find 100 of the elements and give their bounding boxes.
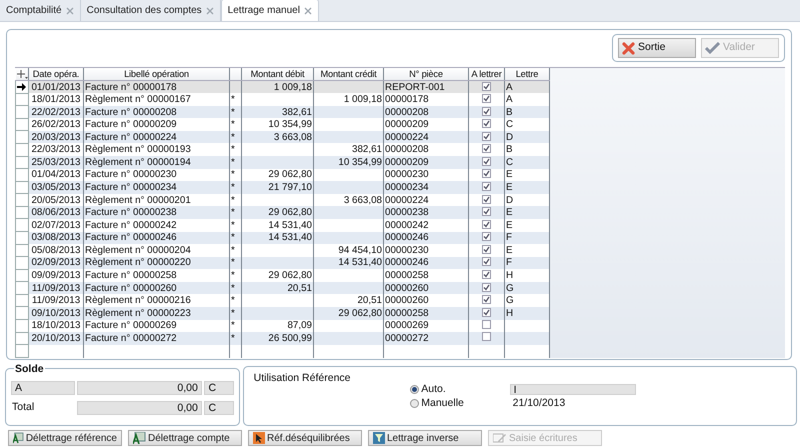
table-cell: 09/10/2013 bbox=[28, 306, 84, 320]
checkbox[interactable] bbox=[482, 207, 491, 216]
table-cell: 01/01/2013 bbox=[28, 80, 84, 94]
table-cell: Facture n° 00000234 bbox=[84, 181, 230, 194]
checkbox[interactable] bbox=[482, 257, 491, 266]
table-cell: Facture n° 00000224 bbox=[84, 130, 230, 144]
table-cell: 08/06/2013 bbox=[28, 206, 84, 219]
checkbox[interactable] bbox=[482, 82, 491, 91]
asterisk: * bbox=[230, 332, 242, 345]
add-icon[interactable] bbox=[16, 70, 28, 79]
amount-field: 0,00 bbox=[77, 400, 202, 415]
checkbox[interactable] bbox=[482, 244, 491, 254]
table-cell: 00000258 bbox=[384, 306, 468, 320]
checkbox[interactable] bbox=[482, 94, 491, 103]
checkbox[interactable] bbox=[482, 119, 491, 128]
table-cell: 26 500,99 bbox=[242, 332, 314, 345]
table-cell: 29 062,80 bbox=[242, 206, 314, 219]
table-cell: 00000260 bbox=[384, 282, 468, 294]
table-cell: Facture n° 00000246 bbox=[84, 232, 230, 244]
checkbox[interactable] bbox=[482, 270, 491, 280]
table-cell: 00000272 bbox=[384, 332, 468, 345]
column-header[interactable]: A lettrer bbox=[468, 68, 504, 81]
checkbox[interactable] bbox=[482, 332, 491, 342]
table-cell: Facture n° 00000260 bbox=[84, 282, 230, 294]
table-cell: 00000246 bbox=[384, 232, 468, 244]
asterisk: * bbox=[230, 256, 242, 270]
table-cell: 14 531,40 bbox=[242, 232, 314, 244]
column-header[interactable]: Montant débit bbox=[242, 68, 314, 81]
table-cell: E bbox=[504, 181, 550, 194]
side-field: C bbox=[204, 400, 234, 415]
table-cell: 00000238 bbox=[384, 206, 468, 219]
table-cell: 22/02/2013 bbox=[28, 106, 84, 118]
table-cell: 25/03/2013 bbox=[28, 156, 84, 169]
toolbar-button[interactable]: Délettrage compte bbox=[128, 430, 242, 446]
checkbox[interactable] bbox=[482, 156, 491, 166]
close-icon bbox=[622, 42, 635, 54]
table-cell: B bbox=[504, 106, 550, 118]
table-cell: 00000208 bbox=[384, 106, 468, 118]
action-button[interactable]: Sortie bbox=[618, 38, 696, 58]
checkmark-icon bbox=[705, 42, 720, 54]
table-cell: 21 797,10 bbox=[242, 181, 314, 194]
table-cell: 00000234 bbox=[384, 181, 468, 194]
side-field: C bbox=[204, 381, 234, 395]
checkbox[interactable] bbox=[482, 132, 491, 141]
checkbox[interactable] bbox=[482, 232, 491, 242]
table-cell: E bbox=[504, 206, 550, 219]
asterisk: * bbox=[230, 232, 242, 244]
table-cell: Facture n° 00000208 bbox=[84, 106, 230, 118]
asterisk: * bbox=[230, 106, 242, 118]
table-cell: 00000224 bbox=[384, 130, 468, 144]
table-cell: 20/10/2013 bbox=[28, 332, 84, 345]
pencil-icon bbox=[493, 432, 507, 444]
table-cell: 00000209 bbox=[384, 156, 468, 169]
checkbox[interactable] bbox=[482, 182, 491, 191]
table-cell: F bbox=[504, 232, 550, 244]
table-cell: A bbox=[504, 80, 550, 94]
table-cell: 3 663,08 bbox=[242, 130, 314, 144]
asterisk: * bbox=[230, 130, 242, 144]
checkbox[interactable] bbox=[482, 194, 491, 204]
checkbox[interactable] bbox=[482, 295, 491, 304]
table-cell: 10 354,99 bbox=[314, 156, 384, 169]
table-cell: 1 009,18 bbox=[242, 80, 314, 94]
column-header[interactable]: Libellé opération bbox=[84, 68, 230, 81]
table-cell: H bbox=[504, 306, 550, 320]
arrow-icon bbox=[17, 82, 26, 91]
column-header[interactable]: Date opéra. bbox=[28, 68, 84, 81]
tab[interactable]: Lettrage manuel bbox=[220, 0, 319, 21]
cursor-icon bbox=[253, 432, 265, 444]
checkbox[interactable] bbox=[482, 106, 491, 116]
amount-field: 0,00 bbox=[77, 381, 202, 395]
checkbox[interactable] bbox=[482, 169, 491, 178]
asterisk: * bbox=[230, 206, 242, 219]
table-cell: Facture n° 00000272 bbox=[84, 332, 230, 345]
toolbar-button[interactable]: Réf.déséquilibrées bbox=[248, 430, 362, 446]
radio-button[interactable]: Manuelle bbox=[410, 396, 510, 412]
toolbar-button[interactable]: Délettrage référence bbox=[8, 430, 122, 446]
letter-icon bbox=[133, 432, 146, 444]
table-cell: F bbox=[504, 256, 550, 270]
table-cell: 03/05/2013 bbox=[28, 181, 84, 194]
checkbox[interactable] bbox=[482, 282, 491, 292]
checkbox[interactable] bbox=[482, 144, 491, 154]
letter-icon bbox=[13, 432, 24, 444]
toolbar-button[interactable]: Lettrage inverse bbox=[368, 430, 482, 446]
column-header[interactable]: Montant crédit bbox=[314, 68, 384, 81]
panel-title: Utilisation Référence bbox=[254, 371, 352, 386]
table-cell: 29 062,80 bbox=[314, 306, 384, 320]
table-cell: 14 531,40 bbox=[314, 256, 384, 270]
table-cell: 11/09/2013 bbox=[28, 282, 84, 294]
checkbox[interactable] bbox=[482, 220, 491, 229]
table-cell: C bbox=[504, 156, 550, 169]
table-cell: 382,61 bbox=[242, 106, 314, 118]
field-label: Total bbox=[11, 400, 36, 415]
checkbox[interactable] bbox=[482, 308, 491, 317]
column-header[interactable]: Lettre bbox=[504, 68, 550, 81]
asterisk: * bbox=[230, 156, 242, 169]
table-cell: 00000246 bbox=[384, 256, 468, 270]
column-header[interactable]: N° pièce bbox=[384, 68, 468, 81]
table-cell: G bbox=[504, 282, 550, 294]
tab[interactable]: Comptabilité bbox=[0, 0, 81, 21]
radio-button[interactable]: Auto. bbox=[410, 382, 510, 398]
